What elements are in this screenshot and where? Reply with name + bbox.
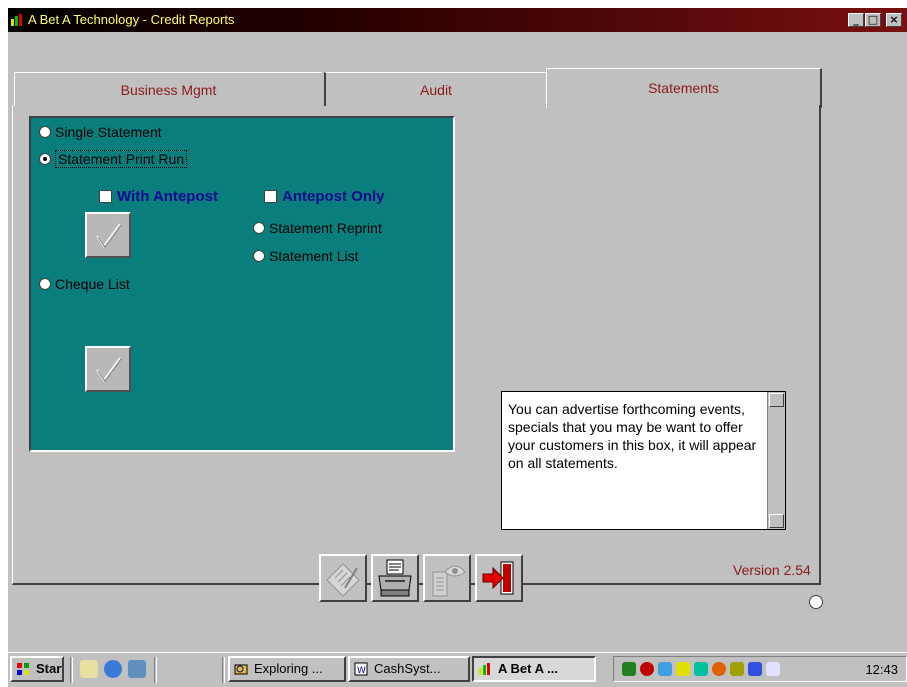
vertical-scrollbar[interactable] xyxy=(767,392,785,529)
radio-label: Single Statement xyxy=(55,124,162,140)
clock: 12:43 xyxy=(865,662,898,677)
tray-icon[interactable] xyxy=(676,662,690,676)
status-indicator xyxy=(809,595,823,609)
radio-dot xyxy=(39,278,51,290)
antepost-only-checkbox[interactable]: Antepost Only xyxy=(264,188,385,205)
exit-door-icon xyxy=(482,561,514,595)
channels-icon[interactable] xyxy=(128,660,146,678)
start-button[interactable]: Start xyxy=(10,656,64,682)
document-pen-icon xyxy=(326,563,360,597)
task-exploring[interactable]: Exploring ... xyxy=(228,656,346,682)
tab-business-mgmt[interactable]: Business Mgmt xyxy=(14,72,322,106)
radio-label: Cheque List xyxy=(55,276,130,292)
scroll-down-icon[interactable] xyxy=(769,514,784,528)
svg-text:W: W xyxy=(357,666,366,676)
task-cashsyst[interactable]: W CashSyst... xyxy=(348,656,470,682)
tray-icon[interactable] xyxy=(766,662,780,676)
task-label: Exploring ... xyxy=(254,661,323,676)
tray-icon[interactable] xyxy=(694,662,708,676)
radio-dot xyxy=(39,126,51,138)
run-print-run-button[interactable] xyxy=(85,212,131,258)
maximize-button[interactable]: □ xyxy=(865,13,881,27)
start-icon xyxy=(17,663,29,675)
radio-dot xyxy=(253,222,265,234)
radio-label: Statement Print Run xyxy=(55,150,188,168)
task-label: CashSyst... xyxy=(374,661,441,676)
tab-statements[interactable]: Statements xyxy=(546,68,822,108)
client-area: Business Mgmt Audit Statements Single St… xyxy=(8,32,907,652)
app-icon xyxy=(479,663,490,675)
taskbar-separator xyxy=(154,657,157,683)
tab-audit[interactable]: Audit xyxy=(324,72,546,106)
radio-statement-print-run[interactable]: Statement Print Run xyxy=(39,150,188,168)
app-icon xyxy=(11,14,22,26)
tray-icon[interactable] xyxy=(730,662,744,676)
radio-dot xyxy=(253,250,265,262)
system-tray: 12:43 xyxy=(613,656,907,682)
edit-statement-button[interactable] xyxy=(319,554,367,602)
taskbar: Start Exploring ... W CashSyst... A Bet … xyxy=(8,652,907,687)
advert-text[interactable]: You can advertise forthcoming events, sp… xyxy=(508,400,764,472)
radio-single-statement[interactable]: Single Statement xyxy=(39,124,162,140)
statement-options-panel: Single Statement Statement Print Run Wit… xyxy=(29,116,455,452)
print-button[interactable] xyxy=(371,554,419,602)
tray-icon[interactable] xyxy=(622,662,636,676)
radio-cheque-list[interactable]: Cheque List xyxy=(39,276,130,292)
radio-label: Statement Reprint xyxy=(269,220,382,236)
tray-icon[interactable] xyxy=(658,662,672,676)
advert-textbox[interactable]: You can advertise forthcoming events, sp… xyxy=(501,391,786,530)
task-abeta[interactable]: A Bet A ... xyxy=(472,656,596,682)
run-cheque-list-button[interactable] xyxy=(85,346,131,392)
task-label: A Bet A ... xyxy=(498,661,558,676)
checkbox-box xyxy=(264,190,277,203)
tray-icon[interactable] xyxy=(712,662,726,676)
version-label: Version 2.54 xyxy=(733,562,811,578)
scroll-up-icon[interactable] xyxy=(769,393,784,407)
desktop-icon[interactable] xyxy=(80,660,98,678)
close-button[interactable]: × xyxy=(886,13,902,27)
exit-button[interactable] xyxy=(475,554,523,602)
checkmark-icon xyxy=(96,357,122,382)
taskbar-separator xyxy=(70,657,73,683)
radio-statement-reprint[interactable]: Statement Reprint xyxy=(253,220,382,236)
with-antepost-checkbox[interactable]: With Antepost xyxy=(99,188,218,205)
tray-icon[interactable] xyxy=(640,662,654,676)
tray-icon[interactable] xyxy=(748,662,762,676)
explorer-icon xyxy=(234,664,248,675)
radio-statement-list[interactable]: Statement List xyxy=(253,248,359,264)
window-title: A Bet A Technology - Credit Reports xyxy=(28,12,235,27)
start-label: Start xyxy=(36,661,64,676)
word-icon: W xyxy=(354,662,368,676)
minimize-button[interactable]: _ xyxy=(848,13,864,27)
radio-label: Statement List xyxy=(269,248,359,264)
title-bar: A Bet A Technology - Credit Reports _ □ … xyxy=(8,8,907,32)
checkmark-icon xyxy=(96,223,122,248)
radio-dot-selected xyxy=(39,153,51,165)
preview-button[interactable] xyxy=(423,554,471,602)
checkbox-label: With Antepost xyxy=(117,188,218,205)
printer-icon xyxy=(378,559,412,597)
checkbox-label: Antepost Only xyxy=(282,188,385,205)
browser-icon[interactable] xyxy=(104,660,122,678)
checkbox-box xyxy=(99,190,112,203)
document-eye-icon xyxy=(432,565,466,597)
taskbar-separator xyxy=(222,657,225,683)
